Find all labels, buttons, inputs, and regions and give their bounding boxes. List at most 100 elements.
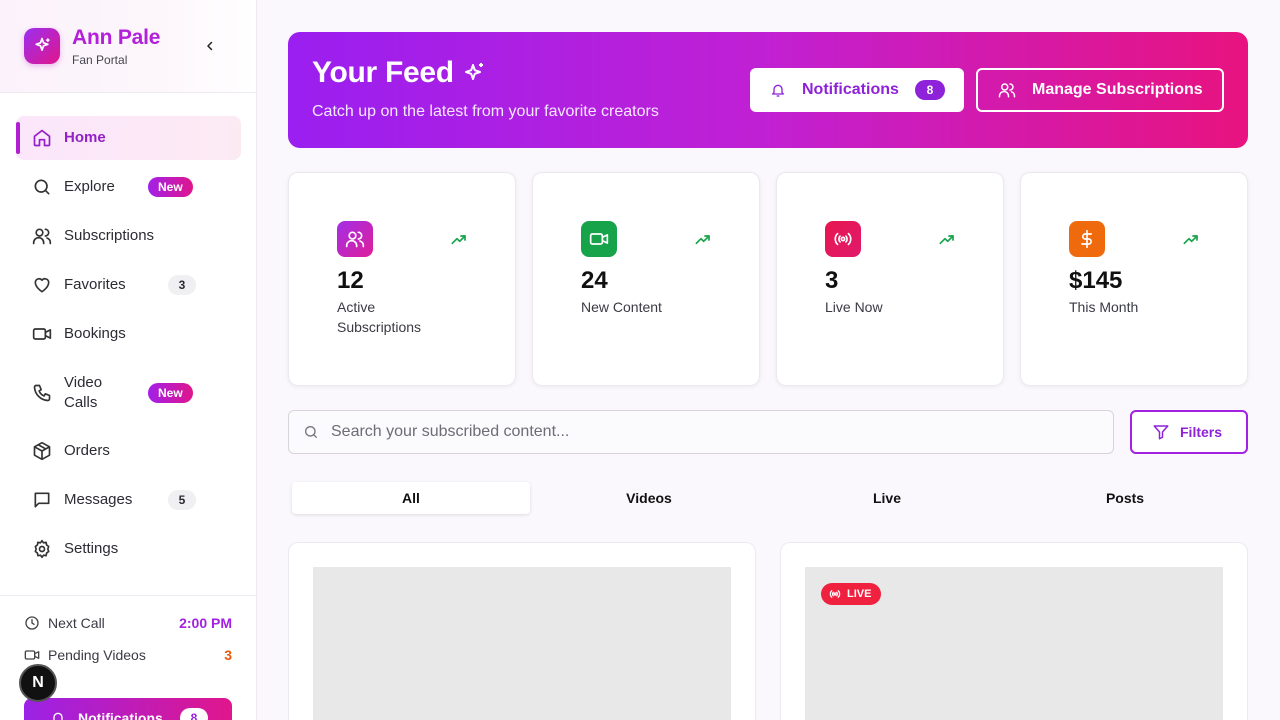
pending-videos-label: Pending Videos bbox=[48, 647, 146, 663]
sidebar-item-orders[interactable]: Orders bbox=[16, 429, 241, 473]
tab-live[interactable]: Live bbox=[768, 482, 1006, 514]
users-icon bbox=[998, 83, 1016, 98]
users-icon bbox=[337, 221, 373, 257]
stat-card-active-subscriptions: 12 Active Subscriptions bbox=[288, 172, 516, 386]
sidebar-item-bookings[interactable]: Bookings bbox=[16, 312, 241, 356]
trending-up-icon bbox=[451, 235, 466, 245]
sidebar-notifications-count: 8 bbox=[180, 708, 208, 720]
broadcast-icon bbox=[825, 221, 861, 257]
sidebar-item-label: Favorites bbox=[64, 276, 126, 293]
next-call-value: 2:00 PM bbox=[179, 615, 232, 631]
search-icon bbox=[34, 179, 50, 195]
gear-icon bbox=[34, 539, 50, 559]
brand-name: Ann Pale bbox=[72, 26, 161, 49]
package-icon bbox=[33, 441, 51, 461]
stat-value: 3 bbox=[825, 267, 839, 294]
tab-all[interactable]: All bbox=[292, 482, 530, 514]
sidebar-item-explore[interactable]: Explore New bbox=[16, 165, 241, 209]
favorites-count-badge: 3 bbox=[168, 275, 196, 295]
live-badge-label: LIVE bbox=[847, 588, 872, 600]
page-subtitle: Catch up on the latest from your favorit… bbox=[312, 103, 659, 120]
new-badge: New bbox=[148, 177, 193, 197]
stat-label: Live Now bbox=[825, 299, 883, 315]
sidebar: Ann Pale Fan Portal Home Explore New Sub… bbox=[0, 0, 257, 720]
sidebar-item-home[interactable]: Home bbox=[16, 116, 241, 160]
video-icon bbox=[581, 221, 617, 257]
new-badge: New bbox=[148, 383, 193, 403]
notifications-label: Notifications bbox=[802, 81, 899, 98]
message-icon bbox=[34, 492, 50, 508]
page-title: Your Feed bbox=[312, 56, 486, 90]
chevron-left-icon bbox=[207, 41, 213, 51]
sidebar-item-video-calls[interactable]: Video Calls New bbox=[16, 361, 241, 425]
notifications-button[interactable]: Notifications 8 bbox=[750, 68, 964, 112]
next-call-row: Next Call 2:00 PM bbox=[24, 613, 232, 633]
filters-button[interactable]: Filters bbox=[1130, 410, 1248, 454]
live-badge: LIVE bbox=[821, 583, 882, 605]
pending-videos-row: Pending Videos 3 bbox=[24, 645, 232, 665]
sidebar-notifications-button[interactable]: Notifications 8 bbox=[24, 698, 232, 720]
clock-icon bbox=[25, 616, 39, 630]
collapse-sidebar-button[interactable] bbox=[200, 36, 220, 56]
manage-subscriptions-label: Manage Subscriptions bbox=[1032, 81, 1203, 98]
trending-up-icon bbox=[1183, 235, 1198, 245]
stat-card-new-content: 24 New Content bbox=[532, 172, 760, 386]
bell-icon bbox=[772, 84, 784, 97]
messages-count-badge: 5 bbox=[168, 490, 196, 510]
heart-icon bbox=[34, 277, 50, 293]
feed-post-card[interactable]: LIVE bbox=[780, 542, 1248, 720]
stat-card-this-month: $145 This Month bbox=[1020, 172, 1248, 386]
sidebar-notifications-label: Notifications bbox=[78, 710, 163, 720]
users-icon bbox=[32, 228, 52, 245]
search-icon bbox=[305, 426, 317, 438]
sidebar-item-label: Subscriptions bbox=[64, 227, 155, 244]
phone-icon bbox=[33, 384, 51, 402]
stat-label: This Month bbox=[1069, 299, 1139, 315]
bell-icon bbox=[53, 712, 63, 720]
sparkles-icon bbox=[464, 63, 483, 80]
stat-value: 24 bbox=[581, 267, 608, 294]
brand-header: Ann Pale Fan Portal bbox=[0, 0, 256, 93]
sidebar-item-label: Orders bbox=[64, 442, 110, 459]
broadcast-icon bbox=[829, 590, 841, 598]
stat-value: 12 bbox=[337, 267, 364, 294]
pending-videos-value: 3 bbox=[224, 647, 232, 663]
brand-subtitle: Fan Portal bbox=[72, 53, 128, 67]
notifications-count-badge: 8 bbox=[915, 80, 945, 100]
sidebar-item-label: Home bbox=[64, 129, 106, 146]
stat-label: Active Subscriptions bbox=[337, 299, 422, 335]
trending-up-icon bbox=[695, 235, 710, 245]
post-thumbnail[interactable]: LIVE bbox=[805, 567, 1223, 720]
manage-subscriptions-button[interactable]: Manage Subscriptions bbox=[976, 68, 1224, 112]
stat-card-live-now: 3 Live Now bbox=[776, 172, 1004, 386]
next-call-label: Next Call bbox=[48, 615, 105, 631]
post-thumbnail[interactable] bbox=[313, 567, 731, 720]
stat-value: $145 bbox=[1069, 267, 1123, 294]
sidebar-item-favorites[interactable]: Favorites 3 bbox=[16, 263, 241, 307]
video-icon bbox=[24, 650, 40, 660]
content-tabs: All Videos Live Posts bbox=[288, 478, 1248, 518]
page-title-text: Your Feed bbox=[312, 56, 454, 89]
tab-posts[interactable]: Posts bbox=[1006, 482, 1244, 514]
sidebar-item-label: Explore bbox=[64, 178, 115, 195]
video-icon bbox=[32, 328, 52, 340]
sidebar-item-label: Bookings bbox=[64, 325, 126, 342]
search-bar bbox=[288, 410, 1114, 454]
sidebar-item-settings[interactable]: Settings bbox=[16, 527, 241, 571]
search-input[interactable] bbox=[331, 423, 1071, 441]
sparkles-logo-icon bbox=[24, 28, 60, 64]
sidebar-item-label: Messages bbox=[64, 491, 133, 508]
stat-label: New Content bbox=[581, 299, 662, 315]
dev-indicator-badge[interactable]: N bbox=[19, 664, 57, 702]
trending-up-icon bbox=[939, 235, 954, 245]
sidebar-item-subscriptions[interactable]: Subscriptions bbox=[16, 214, 241, 258]
sidebar-item-messages[interactable]: Messages 5 bbox=[16, 478, 241, 522]
sidebar-item-label: Video Calls bbox=[64, 374, 103, 411]
filters-label: Filters bbox=[1180, 424, 1223, 440]
sidebar-item-label: Settings bbox=[64, 540, 119, 557]
tab-videos[interactable]: Videos bbox=[530, 482, 768, 514]
dollar-icon bbox=[1069, 221, 1105, 257]
filter-icon bbox=[1153, 425, 1169, 440]
home-icon bbox=[33, 129, 51, 147]
feed-post-card[interactable] bbox=[288, 542, 756, 720]
